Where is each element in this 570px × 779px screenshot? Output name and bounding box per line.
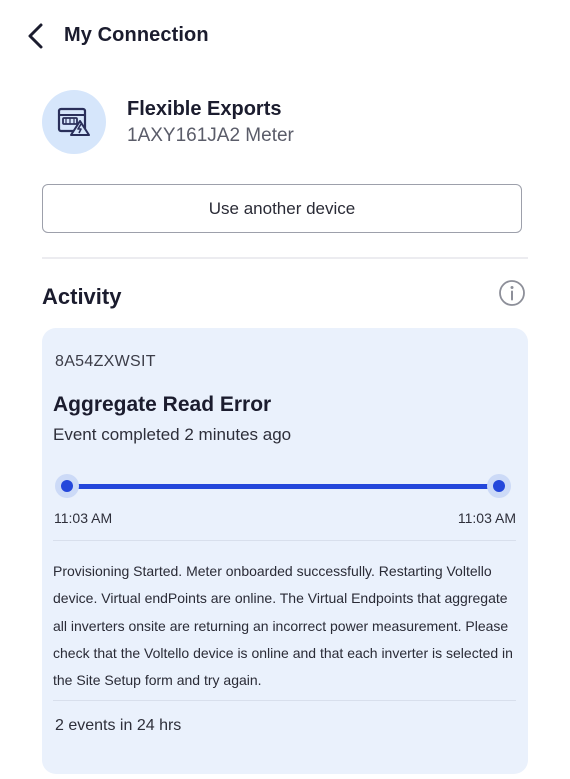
device-summary: Flexible Exports 1AXY161JA2 Meter xyxy=(42,90,522,154)
event-status: Event completed 2 minutes ago xyxy=(53,425,292,444)
device-name: Flexible Exports xyxy=(127,98,282,120)
event-description: Provisioning Started. Meter onboarded su… xyxy=(53,563,513,689)
page-title: My Connection xyxy=(64,24,209,46)
event-title: Aggregate Read Error xyxy=(53,393,272,416)
device-avatar xyxy=(42,90,106,154)
event-code: 8A54ZXWSIT xyxy=(55,353,156,370)
divider xyxy=(53,700,516,701)
device-id: 1AXY161JA2 Meter xyxy=(127,125,294,146)
timeline-end-marker xyxy=(487,474,511,498)
timeline-start-time: 11:03 AM xyxy=(54,510,113,526)
chevron-left-icon xyxy=(28,23,43,49)
event-count: 2 events in 24 hrs xyxy=(55,717,182,734)
activity-card[interactable]: 8A54ZXWSIT Aggregate Read Error Event co… xyxy=(42,328,528,774)
event-timeline xyxy=(53,473,518,499)
header: My Connection xyxy=(0,0,570,72)
use-another-device-button[interactable]: Use another device xyxy=(42,184,522,233)
timeline-progress-bar xyxy=(69,484,499,489)
activity-heading: Activity xyxy=(42,284,122,309)
info-icon xyxy=(499,280,525,306)
timeline-end-time: 11:03 AM xyxy=(457,510,516,526)
back-button[interactable] xyxy=(22,20,52,52)
timeline-start-marker xyxy=(55,474,79,498)
divider xyxy=(42,257,528,259)
divider xyxy=(53,540,516,541)
meter-icon xyxy=(57,107,90,136)
info-button[interactable] xyxy=(497,278,527,308)
